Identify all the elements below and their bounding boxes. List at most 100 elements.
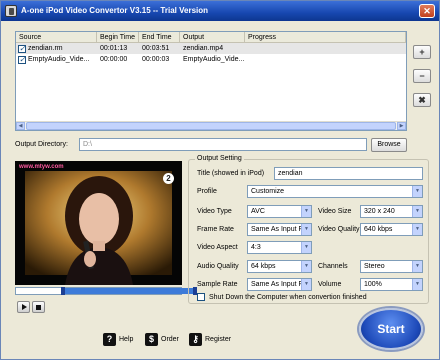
scroll-left-icon[interactable]: ◀: [16, 122, 25, 130]
chevron-down-icon[interactable]: ▼: [412, 206, 422, 217]
order-button[interactable]: $ Order: [145, 333, 185, 347]
volume-label: Volume: [318, 281, 342, 288]
output-directory-input[interactable]: D:\: [79, 138, 367, 151]
seek-bar[interactable]: [15, 287, 197, 295]
stop-button[interactable]: [32, 301, 45, 313]
end-time-cell: 00:00:03: [142, 56, 170, 63]
column-header-output[interactable]: Output: [180, 32, 245, 42]
remove-file-button[interactable]: −: [413, 69, 431, 83]
browse-button[interactable]: Browse: [371, 138, 407, 152]
row-checkbox[interactable]: [18, 54, 26, 65]
chevron-down-icon[interactable]: ▼: [412, 279, 422, 290]
close-button[interactable]: ✕: [419, 4, 435, 18]
register-label: Register: [205, 336, 232, 343]
title-bar: A-one iPod Video Convertor V3.15 -- Tria…: [1, 1, 439, 21]
chevron-down-icon[interactable]: ▼: [412, 224, 422, 235]
play-button[interactable]: [17, 301, 30, 313]
frame-rate-value: Same As Input F: [251, 226, 303, 233]
output-directory-label: Output Directory:: [15, 141, 68, 148]
file-list[interactable]: Source Begin Time End Time Output Progre…: [15, 31, 407, 131]
video-aspect-select[interactable]: 4:3 ▼: [247, 241, 312, 254]
video-type-label: Video Type: [197, 208, 232, 215]
title-input[interactable]: zendian: [274, 167, 423, 180]
chevron-down-icon[interactable]: ▼: [301, 224, 311, 235]
output-cell: zendian.mp4: [183, 45, 224, 52]
profile-select[interactable]: Customize ▼: [247, 185, 423, 198]
channels-select[interactable]: Stereo ▼: [360, 260, 423, 273]
chevron-down-icon[interactable]: ▼: [301, 261, 311, 272]
begin-time-cell: 00:01:13: [100, 45, 128, 52]
video-aspect-value: 4:3: [251, 244, 261, 251]
volume-value: 100%: [364, 281, 382, 288]
app-window: A-one iPod Video Convertor V3.15 -- Tria…: [0, 0, 440, 360]
profile-value: Customize: [251, 188, 285, 195]
video-frame-image: [25, 171, 172, 285]
column-header-begin-time[interactable]: Begin Time: [97, 32, 139, 42]
scroll-thumb[interactable]: [26, 122, 396, 130]
start-button[interactable]: Start: [359, 308, 423, 350]
dollar-icon: $: [145, 333, 158, 346]
list-item[interactable]: zendian.rm 00:01:13 00:03:51 zendian.mp4: [16, 43, 406, 54]
clear-list-button[interactable]: ✖: [413, 93, 431, 107]
frame-rate-select[interactable]: Same As Input F ▼: [247, 223, 312, 236]
order-label: Order: [161, 336, 179, 343]
video-type-select[interactable]: AVC ▼: [247, 205, 312, 218]
add-file-button[interactable]: +: [413, 45, 431, 59]
register-button[interactable]: ⚷ Register: [189, 333, 237, 347]
source-cell: EmptyAudio_Vide...: [28, 56, 90, 63]
key-icon: ⚷: [189, 333, 202, 346]
ipod-app-icon: [5, 5, 17, 17]
channel-logo: 2: [163, 173, 174, 184]
sample-rate-label: Sample Rate: [197, 281, 238, 288]
volume-select[interactable]: 100% ▼: [360, 278, 423, 291]
chevron-down-icon[interactable]: ▼: [412, 186, 422, 197]
output-setting-title: Output Setting: [195, 155, 244, 162]
help-icon: ?: [103, 333, 116, 346]
shutdown-checkbox[interactable]: [197, 293, 205, 301]
channels-label: Channels: [318, 263, 348, 270]
row-checkbox[interactable]: [18, 43, 26, 54]
frame-rate-label: Frame Rate: [197, 226, 234, 233]
output-cell: EmptyAudio_Vide...: [183, 56, 245, 63]
seek-start-handle[interactable]: [61, 287, 65, 295]
shutdown-label: Shut Down the Computer when convertion f…: [209, 294, 367, 301]
chevron-down-icon[interactable]: ▼: [301, 279, 311, 290]
video-size-value: 320 x 240: [364, 208, 395, 215]
video-preview: www.mtyw.com 2: [15, 161, 182, 285]
progress-cell: [245, 54, 406, 65]
seek-range[interactable]: [61, 287, 197, 295]
channels-value: Stereo: [364, 263, 385, 270]
video-type-value: AVC: [251, 208, 265, 215]
begin-time-cell: 00:00:00: [100, 56, 128, 63]
video-quality-value: 640 kbps: [364, 226, 393, 233]
chevron-down-icon[interactable]: ▼: [301, 206, 311, 217]
help-label: Help: [119, 336, 134, 343]
window-title: A-one iPod Video Convertor V3.15 -- Tria…: [21, 6, 209, 15]
title-label: Title (showed in iPod): [197, 170, 265, 177]
video-quality-select[interactable]: 640 kbps ▼: [360, 223, 423, 236]
profile-label: Profile: [197, 188, 217, 195]
video-size-label: Video Size: [318, 208, 352, 215]
progress-cell: [245, 43, 406, 54]
column-header-end-time[interactable]: End Time: [139, 32, 180, 42]
column-header-source[interactable]: Source: [16, 32, 97, 42]
list-item[interactable]: EmptyAudio_Vide... 00:00:00 00:00:03 Emp…: [16, 54, 406, 65]
help-button[interactable]: ? Help: [103, 333, 143, 347]
chevron-down-icon[interactable]: ▼: [412, 261, 422, 272]
end-time-cell: 00:03:51: [142, 45, 170, 52]
column-header-progress[interactable]: Progress: [245, 32, 406, 42]
output-setting-group: Output Setting Title (showed in iPod) ze…: [188, 155, 429, 304]
sample-rate-value: Same As Input F: [251, 281, 303, 288]
sample-rate-select[interactable]: Same As Input F ▼: [247, 278, 312, 291]
audio-quality-value: 64 kbps: [251, 263, 276, 270]
audio-quality-label: Audio Quality: [197, 263, 239, 270]
video-aspect-label: Video Aspect: [197, 244, 238, 251]
video-watermark: www.mtyw.com: [19, 164, 64, 170]
audio-quality-select[interactable]: 64 kbps ▼: [247, 260, 312, 273]
chevron-down-icon[interactable]: ▼: [301, 242, 311, 253]
list-header: Source Begin Time End Time Output Progre…: [16, 32, 406, 43]
horizontal-scrollbar[interactable]: ◀ ▶: [16, 121, 406, 130]
video-size-select[interactable]: 320 x 240 ▼: [360, 205, 423, 218]
scroll-right-icon[interactable]: ▶: [397, 122, 406, 130]
video-quality-label: Video Quality: [318, 226, 360, 233]
